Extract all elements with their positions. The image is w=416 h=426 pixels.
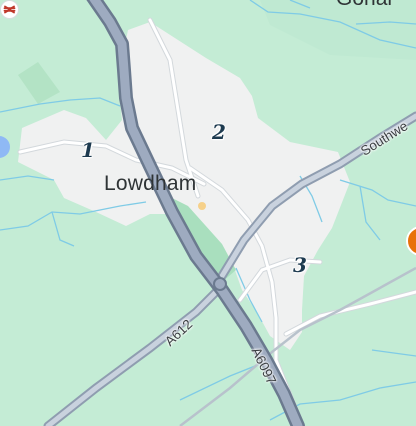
marker-1[interactable]: 1: [81, 138, 95, 162]
place-label-partial: Gonal: [336, 0, 392, 11]
marker-2[interactable]: 2: [212, 120, 226, 144]
town-label[interactable]: Lowdham: [104, 172, 196, 196]
map-canvas[interactable]: Gonal Lowdham 1 2 3 A612 A6097 Southwe: [0, 0, 416, 426]
yellow-poi-dot: [198, 202, 206, 210]
railway-station-icon[interactable]: [0, 0, 19, 19]
marker-3[interactable]: 3: [293, 253, 307, 277]
map-base: [0, 0, 416, 426]
roundabout: [213, 277, 227, 291]
